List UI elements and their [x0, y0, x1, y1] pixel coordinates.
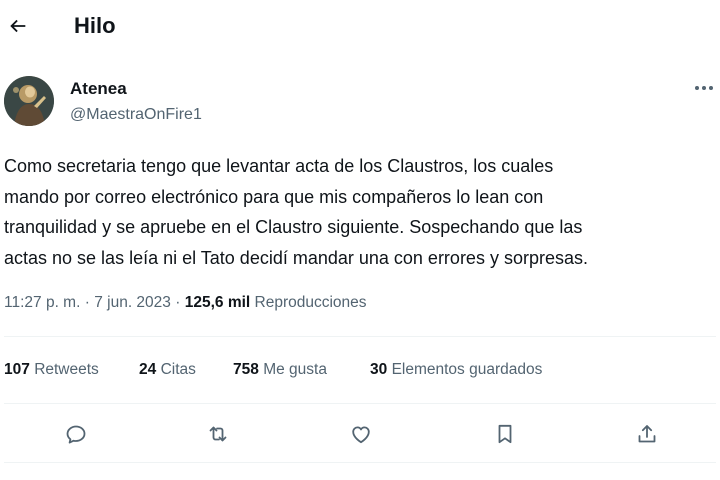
divider: [4, 462, 716, 463]
quotes-stat[interactable]: 24 Citas: [139, 359, 196, 381]
like-icon: [352, 426, 370, 444]
share-icon: [638, 425, 656, 443]
likes-label: Me gusta: [263, 361, 327, 378]
header: Hilo: [0, 0, 720, 54]
tweet-thread-page: Hilo Atenea @MaestraOnFire1 Como secreta…: [0, 0, 720, 480]
like-button[interactable]: [347, 420, 375, 448]
quotes-label: Citas: [160, 361, 196, 378]
bookmark-button[interactable]: [491, 420, 519, 448]
more-options-button[interactable]: [692, 80, 716, 96]
tweet-time[interactable]: 11:27 p. m.: [4, 294, 80, 311]
back-button[interactable]: [4, 12, 32, 40]
tweet-text: Como secretaria tengo que levantar acta …: [4, 151, 716, 273]
views-label: Reproducciones: [254, 294, 367, 311]
reply-icon: [66, 425, 86, 444]
divider: [4, 403, 716, 404]
views-count: 125,6 mil: [184, 294, 251, 311]
retweet-button[interactable]: [204, 420, 232, 448]
likes-stat[interactable]: 758 Me gusta: [233, 359, 327, 381]
avatar-image: [4, 76, 54, 126]
retweets-label: Retweets: [34, 361, 99, 378]
tweet-date[interactable]: 7 jun. 2023: [94, 294, 171, 311]
tweet-text-line: actas no se las leía ni el Tato decidí m…: [4, 247, 588, 268]
retweet-icon: [209, 426, 227, 442]
tweet-text-line: mando por correo electrónico para que mi…: [4, 186, 544, 207]
avatar[interactable]: [4, 76, 54, 126]
retweets-stat[interactable]: 107 Retweets: [4, 359, 99, 381]
bookmarks-count: 30: [370, 361, 388, 378]
tweet-text-line: Como secretaria tengo que levantar acta …: [4, 156, 554, 176]
share-button[interactable]: [633, 420, 661, 448]
meta-separator: ·: [84, 294, 90, 311]
retweets-count: 107: [4, 361, 30, 378]
quotes-count: 24: [139, 361, 157, 378]
page-title: Hilo: [74, 13, 116, 38]
bookmarks-label: Elementos guardados: [391, 361, 543, 378]
author-name[interactable]: Atenea: [70, 79, 127, 99]
arrow-left-icon: [10, 19, 26, 33]
reply-button[interactable]: [62, 420, 90, 448]
meta-separator: ·: [175, 294, 181, 311]
author-handle[interactable]: @MaestraOnFire1: [70, 105, 202, 125]
divider: [4, 336, 716, 337]
tweet-meta: 11:27 p. m. · 7 jun. 2023 · 125,6 mil Re…: [4, 292, 367, 314]
tweet-text-line: tranquilidad y se apruebe en el Claustro…: [4, 217, 583, 237]
likes-count: 758: [233, 361, 259, 378]
more-horizontal-icon: [695, 86, 713, 90]
bookmark-icon: [498, 424, 512, 444]
bookmarks-stat[interactable]: 30 Elementos guardados: [370, 359, 542, 381]
